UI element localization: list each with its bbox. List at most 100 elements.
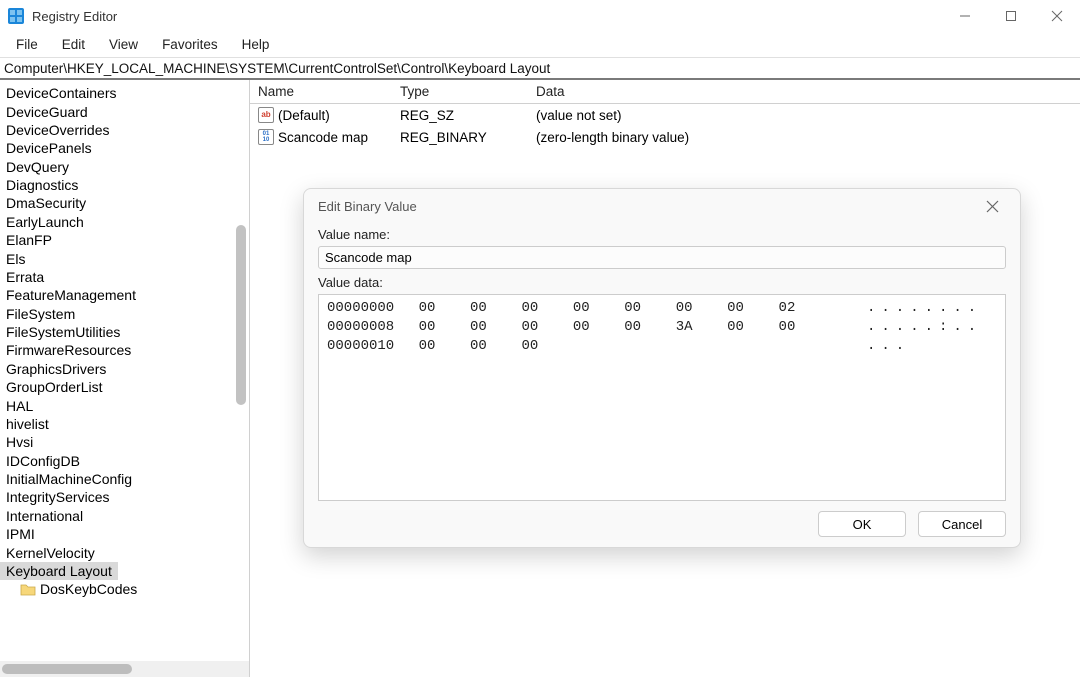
tree-item-label: InitialMachineConfig (6, 471, 132, 487)
tree-item[interactable]: DevicePanels (0, 139, 249, 157)
tree-item-label: FirmwareResources (6, 342, 131, 358)
tree-item-label: FeatureManagement (6, 287, 136, 303)
value-type: REG_SZ (392, 108, 528, 123)
tree-item-label: GroupOrderList (6, 379, 102, 395)
tree-item[interactable]: IPMI (0, 525, 249, 543)
col-header-data[interactable]: Data (528, 84, 1080, 99)
hex-bytes[interactable]: 000000 (407, 337, 837, 356)
tree-item-label: KernelVelocity (6, 545, 95, 561)
tree-item-label: EarlyLaunch (6, 214, 84, 230)
tree-item[interactable]: ElanFP (0, 231, 249, 249)
edit-binary-dialog: Edit Binary Value Value name: Scancode m… (303, 188, 1021, 548)
hex-bytes[interactable]: 00000000003A0000 (407, 318, 837, 337)
menu-edit[interactable]: Edit (50, 35, 97, 54)
tree-item-label: DeviceOverrides (6, 122, 109, 138)
hex-ascii: ........ (837, 299, 997, 318)
value-row[interactable]: 01 10 Scancode map REG_BINARY(zero-length … (250, 126, 1080, 148)
dialog-title: Edit Binary Value (318, 199, 417, 214)
close-button[interactable] (1034, 0, 1080, 32)
tree-item[interactable]: Keyboard Layout (0, 562, 118, 580)
folder-icon (20, 582, 36, 596)
tree-item-label: DeviceContainers (6, 85, 117, 101)
tree-item[interactable]: International (0, 507, 249, 525)
tree-item[interactable]: FileSystem (0, 305, 249, 323)
tree-item[interactable]: FileSystemUtilities (0, 323, 249, 341)
tree-item[interactable]: hivelist (0, 415, 249, 433)
tree-item[interactable]: FirmwareResources (0, 341, 249, 359)
tree-item-label: IDConfigDB (6, 453, 80, 469)
hex-line[interactable]: 000000000000000000000002........ (327, 299, 997, 318)
list-header[interactable]: Name Type Data (250, 80, 1080, 104)
tree-item-label: DeviceGuard (6, 104, 88, 120)
tree-item[interactable]: DeviceGuard (0, 102, 249, 120)
minimize-button[interactable] (942, 0, 988, 32)
value-name: Scancode map (278, 130, 368, 145)
menu-file[interactable]: File (4, 35, 50, 54)
tree-item[interactable]: EarlyLaunch (0, 213, 249, 231)
tree-item-label: ElanFP (6, 232, 52, 248)
tree-item-label: DmaSecurity (6, 195, 86, 211)
tree-item[interactable]: IntegrityServices (0, 488, 249, 506)
horizontal-scrollbar-track (0, 661, 249, 677)
tree-item[interactable]: IDConfigDB (0, 452, 249, 470)
tree-item-label: IPMI (6, 526, 35, 542)
tree-item[interactable]: FeatureManagement (0, 286, 249, 304)
menu-help[interactable]: Help (230, 35, 282, 54)
ok-button[interactable]: OK (818, 511, 906, 537)
tree-item-label: FileSystemUtilities (6, 324, 120, 340)
value-data: (value not set) (528, 108, 1080, 123)
tree-item[interactable]: Errata (0, 268, 249, 286)
binary-value-icon: 01 10 (258, 129, 274, 145)
titlebar[interactable]: Registry Editor (0, 0, 1080, 32)
tree-item[interactable]: GraphicsDrivers (0, 360, 249, 378)
hex-line[interactable]: 0000000800000000003A0000.....:.. (327, 318, 997, 337)
dialog-close-button[interactable] (978, 192, 1006, 220)
path-text: Computer\HKEY_LOCAL_MACHINE\SYSTEM\Curre… (4, 61, 550, 76)
menu-favorites[interactable]: Favorites (150, 35, 230, 54)
horizontal-scrollbar[interactable] (2, 664, 132, 674)
tree-item-label: HAL (6, 398, 33, 414)
tree-item[interactable]: DmaSecurity (0, 194, 249, 212)
tree-item[interactable]: Els (0, 249, 249, 267)
tree-item[interactable]: Diagnostics (0, 176, 249, 194)
value-data: (zero-length binary value) (528, 130, 1080, 145)
regedit-icon (8, 8, 24, 24)
tree-item[interactable]: DeviceContainers (0, 84, 249, 102)
address-bar[interactable]: Computer\HKEY_LOCAL_MACHINE\SYSTEM\Curre… (0, 58, 1080, 80)
tree-item-label: Els (6, 251, 25, 267)
tree-item[interactable]: DeviceOverrides (0, 121, 249, 139)
tree-item-label: IntegrityServices (6, 489, 109, 505)
tree-item[interactable]: GroupOrderList (0, 378, 249, 396)
hex-ascii: .....:.. (837, 318, 997, 337)
tree-item-label: hivelist (6, 416, 49, 432)
hex-address: 00000008 (327, 318, 407, 337)
tree-item[interactable]: DosKeybCodes (0, 580, 249, 598)
maximize-button[interactable] (988, 0, 1034, 32)
valuedata-label: Value data: (318, 275, 1006, 290)
tree-item[interactable]: KernelVelocity (0, 543, 249, 561)
value-row[interactable]: ab(Default)REG_SZ(value not set) (250, 104, 1080, 126)
valuename-label: Value name: (318, 227, 1006, 242)
tree-item[interactable]: Hvsi (0, 433, 249, 451)
tree-item-label: DosKeybCodes (40, 581, 137, 597)
col-header-name[interactable]: Name (250, 84, 392, 99)
tree-item[interactable]: InitialMachineConfig (0, 470, 249, 488)
col-header-type[interactable]: Type (392, 84, 528, 99)
tree-item-label: DevQuery (6, 159, 69, 175)
hex-address: 00000000 (327, 299, 407, 318)
dialog-titlebar[interactable]: Edit Binary Value (304, 189, 1020, 223)
hex-line[interactable]: 00000010000000... (327, 337, 997, 356)
hex-address: 00000010 (327, 337, 407, 356)
hex-editor[interactable]: 000000000000000000000002........00000008… (318, 294, 1006, 501)
value-type: REG_BINARY (392, 130, 528, 145)
tree-item[interactable]: HAL (0, 396, 249, 414)
hex-ascii: ... (837, 337, 997, 356)
menu-view[interactable]: View (97, 35, 150, 54)
tree-item[interactable]: DevQuery (0, 158, 249, 176)
tree-item-label: FileSystem (6, 306, 75, 322)
vertical-scrollbar[interactable] (236, 225, 246, 405)
hex-bytes[interactable]: 0000000000000002 (407, 299, 837, 318)
valuename-field[interactable]: Scancode map (318, 246, 1006, 269)
cancel-button[interactable]: Cancel (918, 511, 1006, 537)
tree-panel[interactable]: DeviceContainers DeviceGuard DeviceOverrid… (0, 80, 250, 677)
